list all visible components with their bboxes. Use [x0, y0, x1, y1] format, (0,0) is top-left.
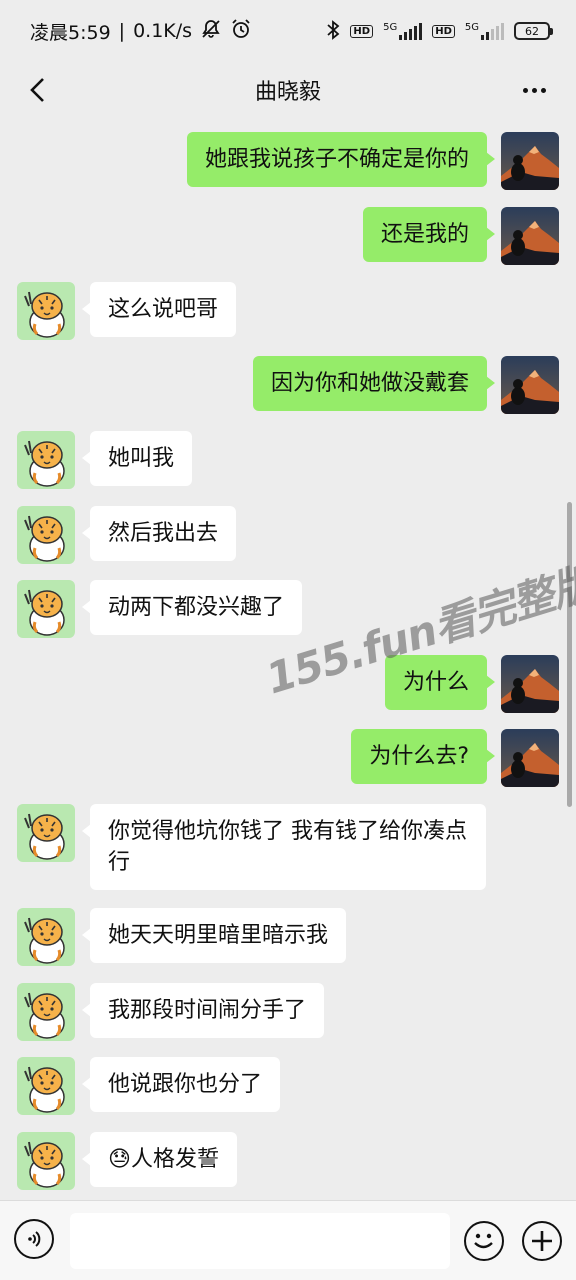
message-text: 这么说吧哥	[108, 297, 219, 322]
incoming-message[interactable]: 😓人格发誓	[82, 1132, 237, 1187]
my-avatar[interactable]	[501, 132, 559, 190]
message-input[interactable]	[70, 1213, 450, 1269]
incoming-message[interactable]: 你觉得他坑你钱了 我有钱了给你凑点行	[82, 804, 486, 890]
message-row: 因为你和她做没戴套	[0, 356, 576, 414]
contact-avatar[interactable]	[17, 282, 75, 340]
incoming-message[interactable]: 动两下都没兴趣了	[81, 580, 303, 635]
scrollbar[interactable]	[567, 502, 572, 807]
incoming-message[interactable]: 他说跟你也分了	[81, 1057, 281, 1112]
bluetooth-icon	[326, 19, 340, 43]
voice-icon[interactable]	[14, 1219, 54, 1259]
contact-avatar[interactable]	[17, 908, 75, 966]
message-text: 人格发誓	[130, 1147, 219, 1172]
message-row: 他说跟你也分了	[0, 1057, 576, 1115]
emoji-icon[interactable]	[464, 1221, 504, 1261]
contact-avatar[interactable]	[17, 1057, 75, 1115]
outgoing-message[interactable]: 为什么去?	[351, 729, 495, 784]
hd-icon: HD	[432, 24, 455, 38]
message-row: 她跟我说孩子不确定是你的	[0, 132, 576, 190]
plus-icon[interactable]	[522, 1221, 562, 1261]
contact-avatar[interactable]	[17, 804, 75, 862]
outgoing-message[interactable]: 还是我的	[362, 207, 496, 262]
contact-avatar[interactable]	[17, 580, 75, 638]
status-divider: |	[118, 20, 126, 42]
my-avatar[interactable]	[501, 207, 559, 265]
battery-indicator: 62	[514, 22, 553, 40]
message-text: 动两下都没兴趣了	[108, 595, 285, 620]
more-dots-icon[interactable]	[514, 70, 554, 110]
incoming-message[interactable]: 然后我出去	[81, 506, 237, 561]
message-text: 为什么去?	[369, 744, 469, 769]
battery-level: 62	[525, 24, 539, 38]
message-text: 还是我的	[380, 222, 469, 247]
network-speed: 0.1K/s	[133, 20, 193, 42]
alarm-icon	[230, 18, 252, 45]
my-avatar[interactable]	[501, 356, 559, 414]
message-row: 然后我出去	[0, 506, 576, 564]
incoming-message[interactable]: 她天天明里暗里暗示我	[81, 908, 347, 963]
back-arrow-icon[interactable]	[18, 70, 58, 110]
net-type-label: 5G	[383, 22, 398, 33]
status-right: HD 5G HD 5G 62	[326, 19, 553, 43]
message-text: 她叫我	[108, 446, 175, 471]
message-text: 为什么	[402, 670, 469, 695]
input-bar	[0, 1200, 576, 1280]
message-row: 还是我的	[0, 207, 576, 265]
message-text: 她天天明里暗里暗示我	[108, 923, 329, 948]
message-row: 我那段时间闹分手了	[0, 983, 576, 1041]
message-text: 因为你和她做没戴套	[270, 371, 469, 396]
chat-title: 曲晓毅	[254, 80, 321, 105]
contact-avatar[interactable]	[17, 983, 75, 1041]
message-text: 我那段时间闹分手了	[108, 998, 307, 1023]
net-type-label: 5G	[464, 22, 479, 33]
contact-avatar[interactable]	[17, 1132, 75, 1190]
contact-avatar[interactable]	[17, 506, 75, 564]
my-avatar[interactable]	[501, 655, 559, 713]
status-time: 凌晨5:59	[30, 21, 111, 44]
incoming-message[interactable]: 这么说吧哥	[81, 282, 237, 337]
incoming-message[interactable]: 她叫我	[81, 431, 193, 486]
message-text: 她跟我说孩子不确定是你的	[204, 147, 469, 172]
signal-icon: 5G	[383, 22, 423, 40]
sweat-emoji-icon: 😓	[108, 1147, 131, 1172]
my-avatar[interactable]	[501, 729, 559, 787]
message-text: 你觉得他坑你钱了 我有钱了给你凑点行	[108, 819, 467, 875]
message-row: 你觉得他坑你钱了 我有钱了给你凑点行	[0, 804, 576, 890]
outgoing-message[interactable]: 因为你和她做没戴套	[252, 356, 496, 411]
message-text: 他说跟你也分了	[108, 1072, 263, 1097]
status-left: 凌晨5:59 | 0.1K/s	[30, 18, 252, 45]
hd-icon: HD	[350, 24, 374, 38]
signal-icon: 5G	[465, 22, 504, 40]
message-row: 😓人格发誓	[0, 1132, 576, 1190]
incoming-message[interactable]: 我那段时间闹分手了	[81, 983, 325, 1038]
outgoing-message[interactable]: 她跟我说孩子不确定是你的	[186, 132, 496, 187]
message-row: 为什么去?	[0, 729, 576, 787]
message-row: 她天天明里暗里暗示我	[0, 908, 576, 966]
message-row: 这么说吧哥	[0, 282, 576, 340]
message-row: 她叫我	[0, 431, 576, 489]
status-bar: 凌晨5:59 | 0.1K/s HD 5G HD 5G 62	[0, 0, 576, 62]
contact-avatar[interactable]	[17, 431, 75, 489]
message-text: 然后我出去	[108, 521, 219, 546]
mute-icon	[200, 18, 222, 45]
chat-header: 曲晓毅	[0, 62, 576, 118]
